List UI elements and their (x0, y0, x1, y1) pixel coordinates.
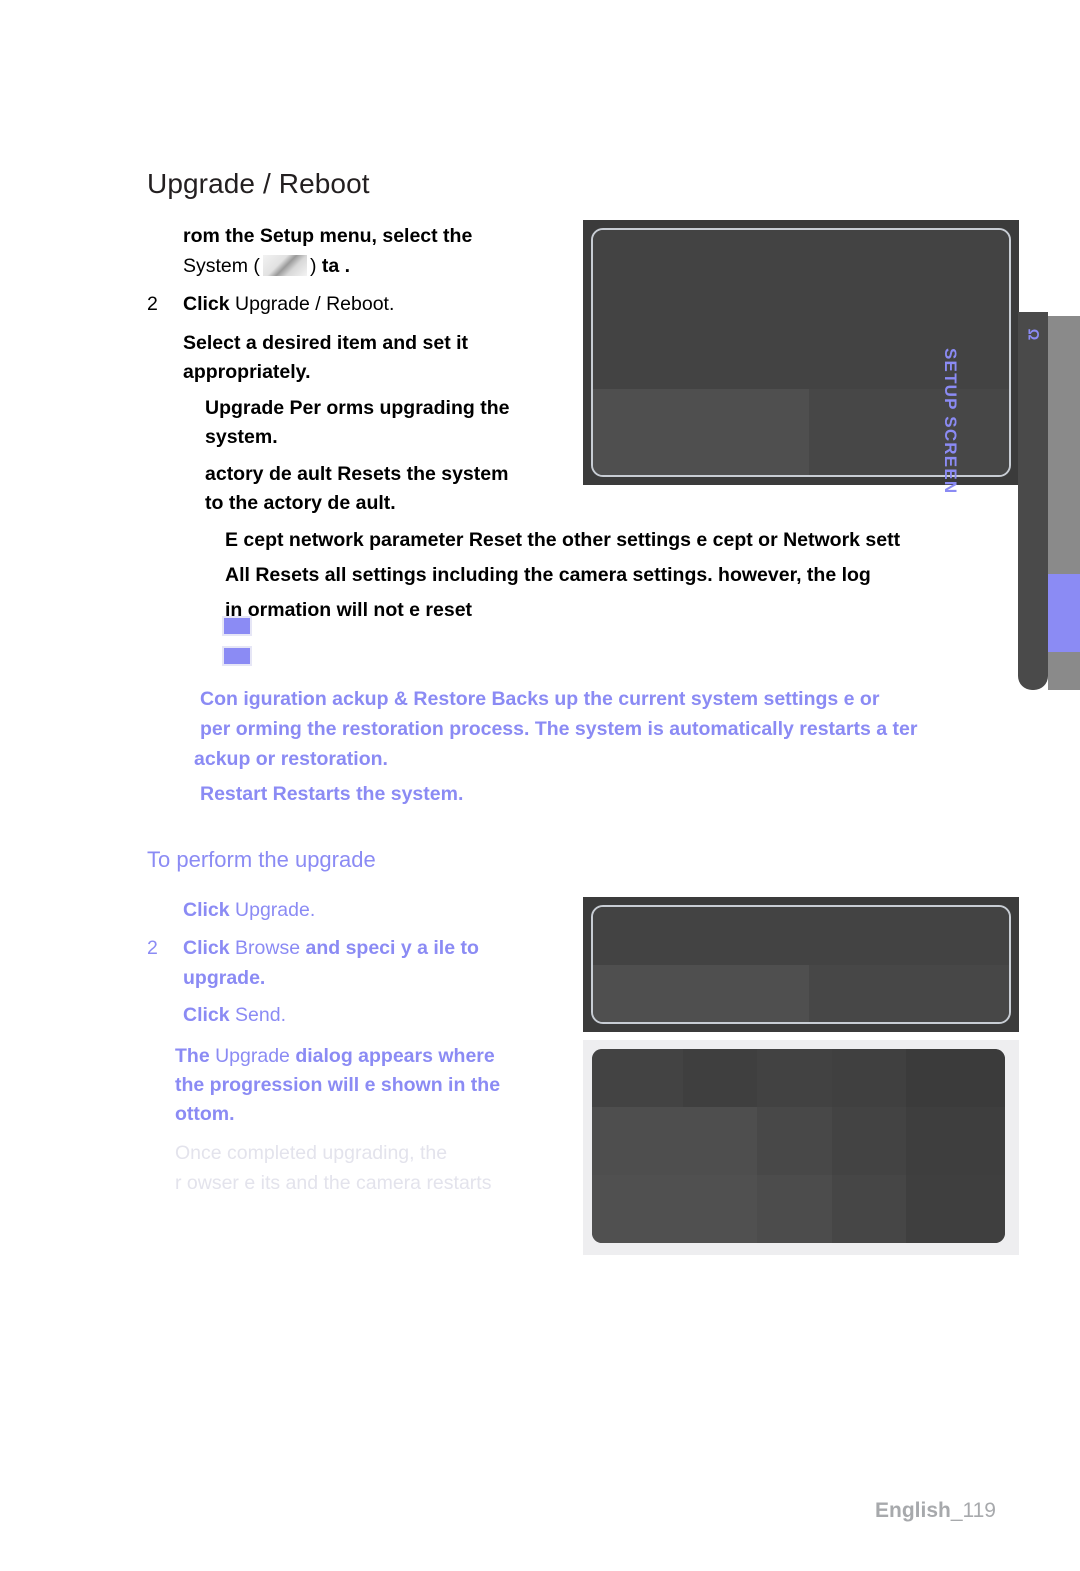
screenshot-cell (831, 1107, 906, 1176)
configuration-backup-note: Con iguration ackup & Restore Backs up t… (194, 684, 1080, 774)
lower-step-2-line-3: upgrade. (183, 967, 266, 989)
screenshot-frame (591, 905, 1011, 1024)
screenshot-cell (905, 1049, 1005, 1108)
purple-square-marker (222, 616, 252, 636)
chapter-strip (1048, 316, 1080, 690)
lower-step-1-target-label: Upgrade (235, 899, 310, 921)
lower-step-item-1: Click Upgrade. (147, 895, 617, 925)
screenshot-cell (905, 1175, 1005, 1243)
subsub-item-except-network: E cept network parameter Reset the other… (147, 523, 1047, 558)
step-1-system-prefix: System ( (183, 254, 260, 277)
upgrade-dialog-note: The Upgrade dialog appears where the pro… (175, 1042, 595, 1129)
step-2-target-label: Upgrade / Reboot (235, 293, 389, 315)
step-number: 2 (147, 293, 158, 315)
upgrade-dialog-note-rest: dialog appears where (295, 1045, 495, 1067)
step-1-system-suffix: ) (309, 254, 317, 277)
page-title: Upgrade / Reboot (147, 168, 370, 199)
step-1-line-1: rom the Setup menu, select the (183, 225, 473, 247)
sub-item-factory-default-line-1: actory de ault Resets the system (205, 462, 509, 485)
upgrade-dialog-note-the: The (175, 1045, 210, 1067)
footer-page-number: _119 (950, 1499, 996, 1522)
lower-step-item-3: Click Send. (147, 1000, 617, 1030)
screenshot-cell (592, 1049, 683, 1108)
setup-screen-side-tab-label: SETUP SCREEN (940, 348, 960, 495)
screenshot-cell (757, 1175, 832, 1243)
screenshot-cell (682, 1049, 758, 1108)
screenshot-frame (592, 1049, 1005, 1243)
screenshot-cell (831, 1175, 906, 1243)
step-3-line-1: Select a desired item and set it (183, 331, 469, 354)
sub-item-factory-default-line-2: to the actory de ault. (205, 492, 396, 514)
upgrade-dialog-note-line-2: the progression will e shown in the (175, 1074, 501, 1096)
lower-step-2-target-label: Browse (235, 937, 301, 959)
screenshot-cell (592, 1107, 683, 1176)
bullet-marker-group (222, 616, 252, 676)
upgrade-browse-send-screenshot (583, 897, 1019, 1032)
lower-step-2-click-label: Click (183, 937, 230, 959)
lower-step-1-click-label: Click (183, 899, 230, 921)
setup-screen-side-tab[interactable]: Ω SETUP SCREEN (941, 312, 1048, 690)
screenshot-region-bottom-right (809, 389, 1009, 475)
omega-icon: Ω (1024, 328, 1042, 341)
upgrade-dialog-note-line-1: The Upgrade dialog appears where (175, 1042, 595, 1071)
step-1-tab-label: ta . (321, 254, 351, 277)
screenshot-cell (831, 1049, 906, 1108)
lower-step-3-trailing: . (280, 1004, 286, 1026)
screenshot-cell (905, 1107, 1005, 1176)
screenshot-cell (592, 1175, 683, 1243)
subsub-item-all-line-1: All Resets all settings including the ca… (225, 563, 871, 586)
upgrade-complete-note-line-2: r owser e its and the camera restarts (175, 1172, 492, 1194)
step-2-trailing: . (388, 293, 395, 315)
subsub-item-all-line-2: in ormation will not e reset (225, 598, 473, 621)
screenshot-region-grid (592, 1049, 1005, 1243)
sub-item-upgrade-line-2: system. (205, 426, 278, 448)
screenshot-cell (757, 1049, 832, 1108)
lower-step-3-target-label: Send (235, 1004, 281, 1026)
configuration-backup-note-line-2: per orming the restoration process. The … (200, 718, 918, 740)
upgrade-dialog-note-line-3: ottom. (175, 1103, 235, 1125)
subsub-item-all: All Resets all settings including the ca… (147, 558, 1047, 628)
screenshot-cell (682, 1107, 758, 1176)
lower-step-3-click-label: Click (183, 1004, 230, 1026)
subsub-item-except-network-line-1: E cept network parameter Reset the other… (225, 528, 901, 551)
screenshot-region-top (593, 907, 1009, 965)
system-tab-icon (262, 254, 307, 276)
footer-language: English (874, 1499, 951, 1522)
purple-square-marker (222, 646, 252, 666)
lower-instruction-list: Click Upgrade. 2 Click Browse and speci … (147, 895, 617, 1030)
screenshot-cell (757, 1107, 832, 1176)
screenshot-region-bottom-left (593, 964, 810, 1022)
step-3-line-2: appropriately. (183, 361, 311, 383)
restart-note: Restart Restarts the system. (200, 783, 464, 805)
screenshot-cell (682, 1175, 758, 1243)
upgrade-dialog-note-upgrade: Upgrade (215, 1045, 290, 1067)
lower-step-2-suffix: and speci y a ile to (305, 937, 479, 959)
screenshot-region-bottom-left (593, 389, 810, 475)
upgrade-complete-note: Once completed upgrading, the r owser e … (175, 1138, 635, 1198)
step-2-click-label: Click (183, 293, 230, 315)
screenshot-region-bottom-right (809, 964, 1009, 1022)
upgrade-progress-dialog-screenshot (583, 1040, 1019, 1255)
section-subheading: To perform the upgrade (147, 847, 376, 872)
configuration-backup-note-line-1: Con iguration ackup & Restore Backs up t… (200, 688, 880, 710)
upgrade-complete-note-line-1: Once completed upgrading, the (175, 1142, 448, 1164)
lower-step-item-2: 2 Click Browse and speci y a ile to upgr… (147, 933, 617, 993)
sub-item-upgrade-line-1: Upgrade Per orms upgrading the (205, 396, 510, 419)
chapter-strip-active-marker (1048, 574, 1080, 652)
lower-step-1-trailing: . (309, 899, 316, 921)
page-footer: English_119 (875, 1499, 996, 1523)
configuration-backup-note-line-3: ackup or restoration. (194, 748, 388, 770)
step-number: 2 (147, 937, 158, 959)
